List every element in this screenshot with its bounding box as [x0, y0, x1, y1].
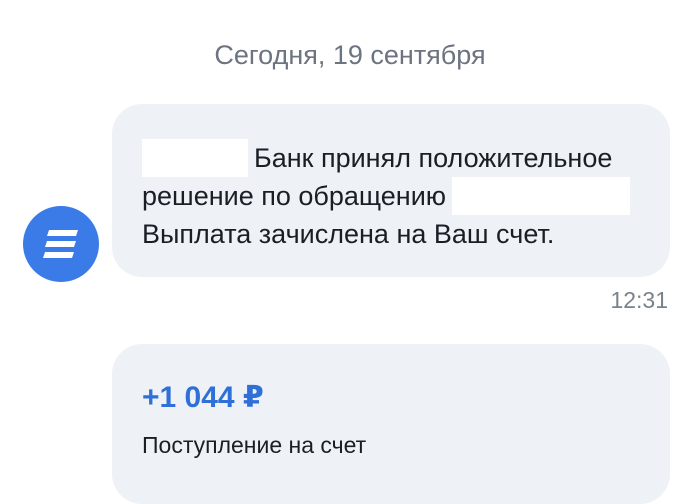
- message-line-1: Банк принял положительное: [142, 139, 662, 177]
- message-line-3: Выплата зачислена на Ваш счет.: [142, 219, 555, 249]
- date-separator: Сегодня, 19 сентября: [214, 40, 486, 70]
- message-timestamp: 12:31: [610, 287, 668, 313]
- transaction-card[interactable]: +1 044 ₽ Поступление на счет: [112, 344, 670, 504]
- redacted-bank-name: [142, 139, 248, 177]
- message-line-1-text: Банк принял положительное: [254, 143, 613, 173]
- message-bubble[interactable]: Банк принял положительное решение по обр…: [112, 104, 670, 277]
- message-line-2-text: решение по обращению: [142, 181, 447, 211]
- redacted-request-number: [452, 177, 631, 215]
- bank-logo-icon: [43, 230, 78, 258]
- bank-avatar[interactable]: [23, 206, 99, 282]
- message-line-2: решение по обращению: [142, 177, 662, 215]
- message-text: Банк принял положительное решение по обр…: [142, 139, 662, 253]
- transaction-amount: +1 044 ₽: [142, 381, 264, 414]
- transaction-description: Поступление на счет: [142, 432, 367, 458]
